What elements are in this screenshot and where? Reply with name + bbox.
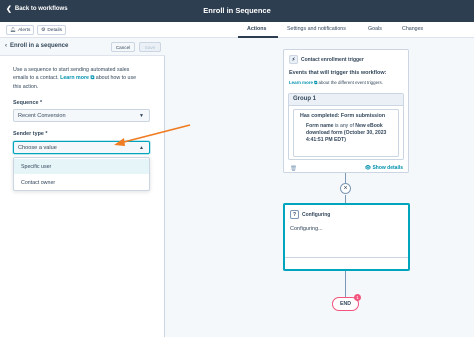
external-link-icon: ⧉ (90, 75, 95, 82)
connector-line (345, 271, 346, 299)
action-card-divider (285, 257, 408, 258)
criteria-title: Has completed: Form submission (300, 113, 386, 119)
details-label: Details (47, 27, 62, 33)
trigger-learn-more: Learn more ⧉ about the different event t… (289, 80, 383, 85)
trigger-group: Group 1 Has completed: Form submission F… (288, 93, 404, 160)
action-card-body: Configuring... (290, 226, 323, 232)
question-icon: ? (290, 210, 299, 219)
option-contact-owner[interactable]: Contact owner (14, 175, 149, 190)
save-button[interactable]: Save (139, 42, 161, 52)
lightning-icon: ⚡︎ (289, 55, 298, 64)
sender-type-label: Sender type * (13, 131, 48, 137)
enrollment-trigger-card[interactable]: ⚡︎ Contact enrollment trigger Events tha… (283, 49, 409, 173)
trigger-learn-more-text: about the different event triggers. (318, 80, 383, 85)
add-action-button[interactable]: × (340, 183, 351, 194)
tab-settings-notifications[interactable]: Settings and notifications (287, 26, 346, 32)
alerts-label: Alerts (18, 27, 31, 33)
trigger-header-text: Contact enrollment trigger (301, 56, 364, 63)
trash-icon[interactable]: 🗑︎ (290, 166, 297, 172)
cancel-button[interactable]: Cancel (111, 42, 135, 52)
trigger-learn-more-link[interactable]: Learn more (289, 80, 313, 85)
action-header-text: Configuring (302, 211, 331, 218)
sub-toolbar: 🔔︎ Alerts ⚙ Details Actions Settings and… (0, 22, 474, 38)
tab-changes[interactable]: Changes (402, 26, 423, 32)
sequence-value: Recent Conversion (18, 112, 66, 119)
bell-icon: 🔔︎ (10, 27, 17, 33)
chevron-left-icon[interactable]: ‹ (5, 43, 7, 49)
gear-icon: ⚙ (41, 27, 46, 33)
show-details-label: Show details (372, 165, 403, 171)
group-title: Group 1 (289, 94, 403, 106)
panel-header: ‹ Enroll in a sequence Cancel Save (0, 38, 165, 56)
action-card-header: ? Configuring (290, 210, 330, 219)
configuring-action-card[interactable]: ? Configuring Configuring... (283, 203, 410, 271)
trigger-subtitle: Events that will trigger this workflow: (289, 70, 387, 76)
connector-line (345, 195, 346, 203)
show-details-link[interactable]: 👁︎ Show details (365, 165, 403, 171)
criteria-field: Form name (306, 123, 334, 129)
sequence-select[interactable]: Recent Conversion ▼ (13, 109, 150, 122)
action-description: Use a sequence to start sending automate… (13, 66, 145, 91)
caret-down-icon: ▼ (139, 113, 144, 119)
sender-type-placeholder: Choose a value (18, 144, 57, 151)
panel-title: ‹ Enroll in a sequence (5, 43, 68, 49)
end-badge: 1 (354, 294, 361, 301)
alerts-button[interactable]: 🔔︎ Alerts (6, 25, 35, 35)
eye-icon: 👁︎ (364, 165, 372, 171)
criteria-operator: is any of (334, 123, 354, 129)
close-icon: × (343, 185, 348, 192)
sender-type-dropdown: Specific user Contact owner (13, 157, 150, 191)
sequence-label: Sequence * (13, 100, 43, 106)
criteria-detail: Form name is any of New eBook download f… (300, 123, 392, 143)
workflow-title: Enroll in Sequence (203, 6, 271, 15)
tab-goals[interactable]: Goals (368, 26, 382, 32)
option-specific-user[interactable]: Specific user (14, 159, 149, 174)
trigger-card-header: ⚡︎ Contact enrollment trigger (289, 55, 364, 64)
learn-more-link[interactable]: Learn more (60, 75, 89, 81)
panel-title-text: Enroll in a sequence (10, 43, 69, 49)
details-button[interactable]: ⚙ Details (37, 25, 66, 35)
top-header: ❮ Back to workflows Enroll in Sequence (0, 0, 474, 22)
trigger-criteria: Has completed: Form submission Form name… (293, 109, 399, 157)
external-link-icon: ⧉ (314, 80, 318, 85)
tab-actions[interactable]: Actions (247, 26, 266, 32)
